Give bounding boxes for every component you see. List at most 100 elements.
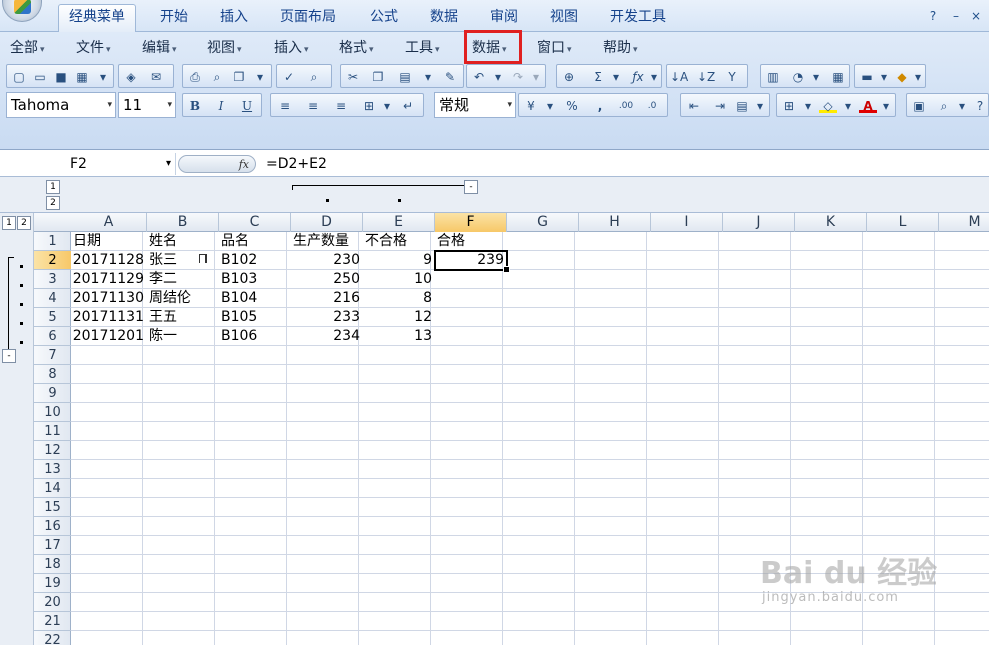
align-right-icon[interactable]: ≡ [332, 97, 350, 115]
currency-icon[interactable]: ¥ [522, 97, 540, 115]
column-header-E[interactable]: E [363, 213, 435, 232]
cell-B2[interactable]: 张三 [147, 251, 219, 270]
sort-descending-icon[interactable]: ↓Z [697, 68, 715, 86]
dropdown-icon[interactable]: ▾ [94, 68, 112, 86]
cell-A5[interactable]: 20171131 [71, 308, 147, 327]
dropdown-icon[interactable]: ▾ [807, 68, 825, 86]
row-header-22[interactable]: 22 [34, 631, 71, 645]
cell-E3[interactable]: 10 [363, 270, 435, 289]
column-header-M[interactable]: M [939, 213, 989, 232]
find-icon[interactable]: ⌕ [935, 97, 953, 115]
merge-center-icon[interactable]: ⊞ [360, 97, 378, 115]
name-box[interactable]: F2 ▾ [0, 153, 176, 175]
column-collapse-button[interactable]: - [464, 180, 478, 194]
decrease-decimal-icon[interactable]: .0 [643, 97, 661, 115]
help-icon[interactable]: ? [925, 8, 941, 24]
cell-B4[interactable]: 周结伦 [147, 289, 219, 308]
cell-C1[interactable]: 品名 [219, 232, 291, 251]
cell-D4[interactable]: 216 [291, 289, 363, 308]
menu-format[interactable]: 格式 ▾ [335, 37, 378, 59]
new-document-icon[interactable]: ▢ [10, 68, 28, 86]
tab-page-layout[interactable]: 页面布局 [270, 6, 346, 32]
cell-C6[interactable]: B106 [219, 327, 291, 346]
hyperlink-icon[interactable]: ⊕ [560, 68, 578, 86]
cell-style-icon[interactable]: ▤ [733, 97, 751, 115]
percent-icon[interactable]: % [563, 97, 581, 115]
cell-C2[interactable]: B102 [219, 251, 291, 270]
row-header-21[interactable]: 21 [34, 612, 71, 631]
column-header-J[interactable]: J [723, 213, 795, 232]
cell-A1[interactable]: 日期 [71, 232, 147, 251]
decrease-indent-icon[interactable]: ⇤ [685, 97, 703, 115]
cell-A6[interactable]: 20171201 [71, 327, 147, 346]
row-header-17[interactable]: 17 [34, 536, 71, 555]
dropdown-icon[interactable]: ▾ [251, 68, 269, 86]
row-header-14[interactable]: 14 [34, 479, 71, 498]
dropdown-icon[interactable]: ▾ [909, 68, 927, 86]
research-icon[interactable]: ⌕ [305, 68, 323, 86]
cell-E1[interactable]: 不合格 [363, 232, 435, 251]
row-header-19[interactable]: 19 [34, 574, 71, 593]
dropdown-icon[interactable]: ▾ [877, 97, 895, 115]
dropdown-icon[interactable]: ▾ [419, 68, 437, 86]
tab-home[interactable]: 开始 [150, 6, 198, 32]
tab-insert[interactable]: 插入 [210, 6, 258, 32]
cell-D5[interactable]: 233 [291, 308, 363, 327]
copy-icon[interactable]: ❐ [230, 68, 248, 86]
font-color-icon[interactable]: A [859, 97, 877, 113]
column-header-H[interactable]: H [579, 213, 651, 232]
save-icon[interactable]: ■ [52, 68, 70, 86]
bold-icon[interactable]: B [186, 97, 204, 115]
column-header-C[interactable]: C [219, 213, 291, 232]
row-header-4[interactable]: 4 [34, 289, 71, 308]
dropdown-icon[interactable]: ▾ [607, 68, 625, 86]
cell-C5[interactable]: B105 [219, 308, 291, 327]
borders-icon[interactable]: ⊞ [780, 97, 798, 115]
menu-help[interactable]: 帮助 ▾ [599, 37, 642, 59]
excel-icon[interactable]: ▦ [73, 68, 91, 86]
sort-ascending-icon[interactable]: ↓A [670, 68, 688, 86]
row-header-5[interactable]: 5 [34, 308, 71, 327]
dropdown-icon[interactable]: ▾ [541, 97, 559, 115]
row-header-11[interactable]: 11 [34, 422, 71, 441]
column-header-B[interactable]: B [147, 213, 219, 232]
minimize-icon[interactable]: – [948, 8, 964, 24]
column-outline-level-1[interactable]: 1 [46, 180, 60, 194]
dropdown-icon[interactable]: ▾ [875, 68, 893, 86]
tab-formulas[interactable]: 公式 [360, 6, 408, 32]
row-collapse-button[interactable]: - [2, 349, 16, 363]
row-header-12[interactable]: 12 [34, 441, 71, 460]
copy-icon[interactable]: ❐ [369, 68, 387, 86]
office-button[interactable] [2, 0, 42, 22]
dropdown-icon[interactable]: ▾ [645, 68, 663, 86]
cut-icon[interactable]: ✂ [344, 68, 362, 86]
menu-edit[interactable]: 编辑 ▾ [138, 37, 181, 59]
align-left-icon[interactable]: ≡ [276, 97, 294, 115]
cell-C4[interactable]: B104 [219, 289, 291, 308]
menu-window[interactable]: 窗口 ▾ [533, 37, 576, 59]
dropdown-icon[interactable]: ▾ [527, 68, 545, 86]
cell-D6[interactable]: 234 [291, 327, 363, 346]
row-header-1[interactable]: 1 [34, 232, 71, 251]
column-outline-level-2[interactable]: 2 [46, 196, 60, 210]
grid-icon[interactable]: ▦ [829, 68, 847, 86]
increase-decimal-icon[interactable]: .00 [617, 97, 635, 115]
print-preview-icon[interactable]: ⌕ [208, 68, 226, 86]
row-outline-level-2[interactable]: 2 [17, 216, 31, 230]
insert-function-pill[interactable]: fx [178, 155, 256, 173]
column-header-F[interactable]: F [435, 213, 507, 232]
column-header-G[interactable]: G [507, 213, 579, 232]
row-header-7[interactable]: 7 [34, 346, 71, 365]
redo-icon[interactable]: ↷ [509, 68, 527, 86]
print-icon[interactable]: ⎙ [186, 68, 204, 86]
cell-A4[interactable]: 20171130 [71, 289, 147, 308]
cell-B6[interactable]: 陈一 [147, 327, 219, 346]
menu-insert[interactable]: 插入 ▾ [270, 37, 313, 59]
row-header-2[interactable]: 2 [34, 251, 71, 270]
font-name-select[interactable]: Tahoma ▾ [6, 92, 116, 118]
paste-icon[interactable]: ▤ [396, 68, 414, 86]
undo-icon[interactable]: ↶ [470, 68, 488, 86]
align-center-icon[interactable]: ≡ [304, 97, 322, 115]
chart-icon[interactable]: ▥ [764, 68, 782, 86]
permission-icon[interactable]: ◈ [122, 68, 140, 86]
